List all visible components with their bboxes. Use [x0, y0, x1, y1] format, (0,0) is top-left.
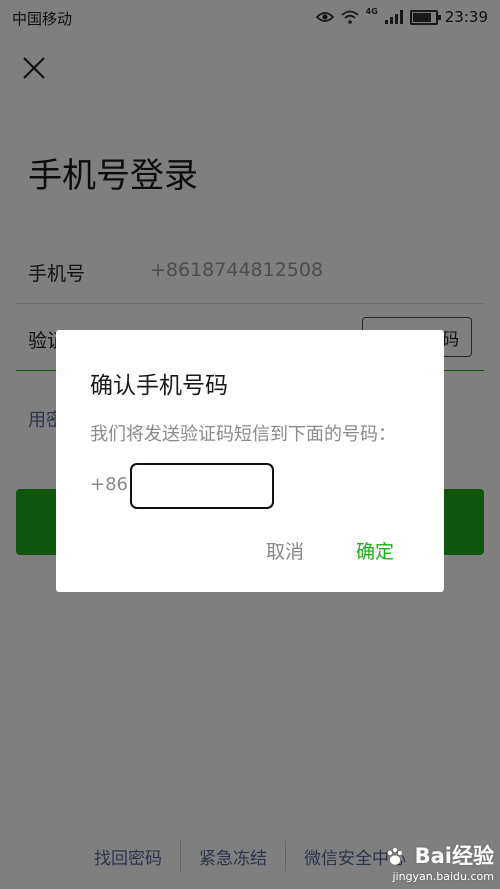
redaction-box — [130, 463, 274, 509]
watermark: Bai经验 jingyan.baidu.com — [385, 840, 494, 883]
watermark-brand: Bai经验 — [414, 844, 494, 868]
paw-icon — [387, 847, 404, 866]
dialog-message: 我们将发送验证码短信到下面的号码： — [90, 424, 396, 445]
dialog-title: 确认手机号码 — [90, 373, 228, 399]
dialog-phone-prefix: +86 — [90, 474, 128, 495]
confirm-button[interactable]: 确定 — [356, 537, 394, 564]
cancel-button[interactable]: 取消 — [266, 537, 304, 564]
watermark-url: jingyan.baidu.com — [392, 870, 494, 883]
confirm-phone-dialog: 确认手机号码 我们将发送验证码短信到下面的号码： +86 取消 确定 — [56, 330, 444, 592]
